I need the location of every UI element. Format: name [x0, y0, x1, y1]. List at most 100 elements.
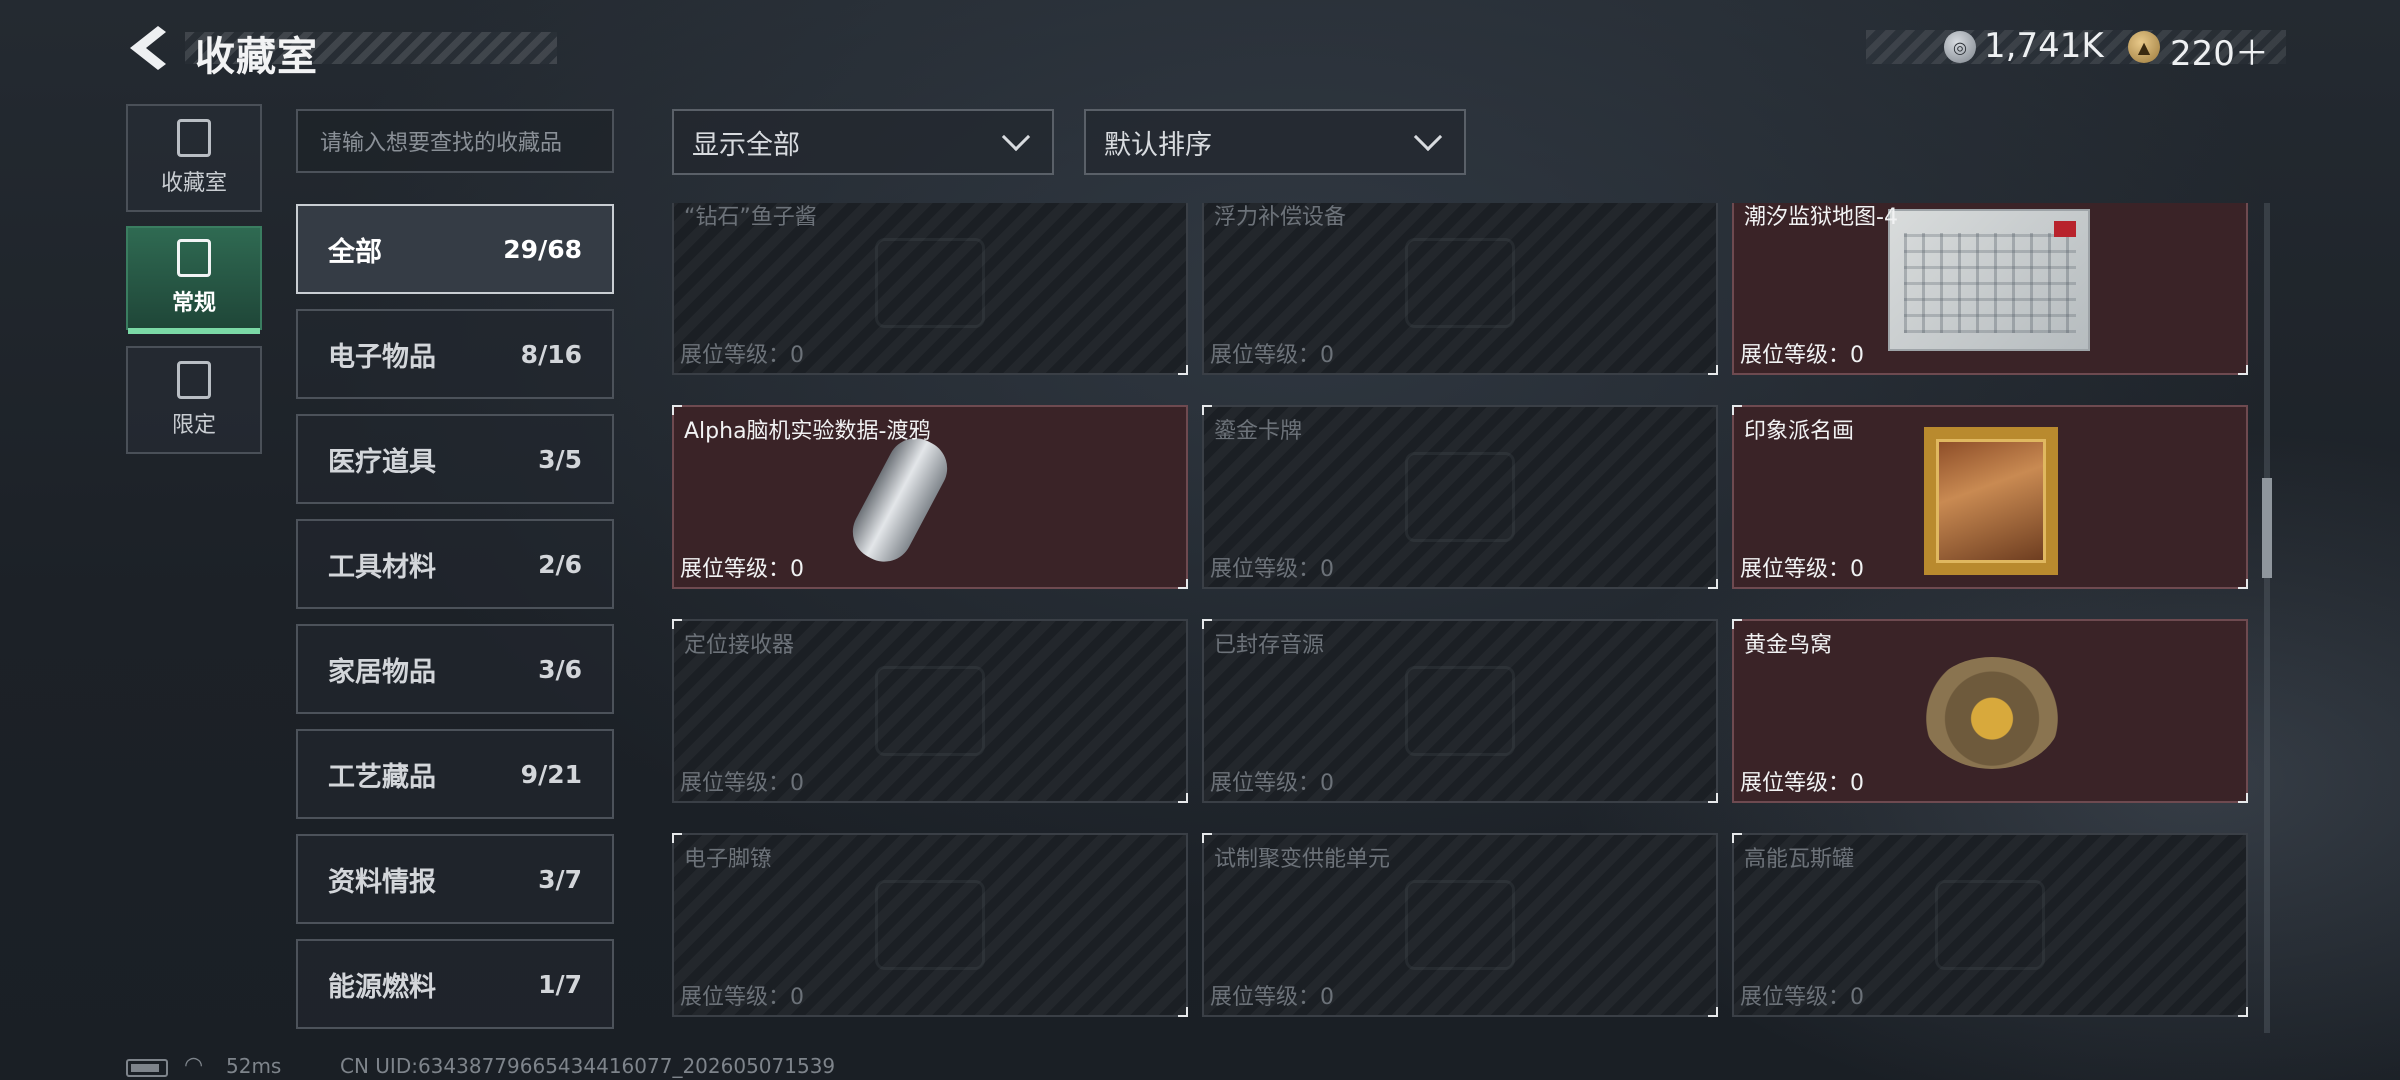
item-name: 试制聚变供能单元 — [1214, 847, 1391, 872]
grid-scrollbar[interactable] — [2264, 203, 2270, 1033]
item-name: 黄金鸟窝 — [1744, 633, 1833, 658]
collection-item-card[interactable]: 黄金鸟窝 展位等级：0 — [1732, 619, 2248, 803]
category-intel[interactable]: 资料情报 3/7 — [296, 834, 614, 924]
item-level: 展位等级：0 — [1210, 557, 1334, 582]
scrollbar-thumb[interactable] — [2262, 478, 2272, 578]
item-name: “钻石”鱼子酱 — [684, 205, 817, 230]
item-name: 电子脚镣 — [684, 847, 773, 872]
receiver-icon — [875, 666, 985, 756]
collection-item-card[interactable]: 电子脚镣 展位等级：0 — [672, 833, 1188, 1017]
category-household[interactable]: 家居物品 3/6 — [296, 624, 614, 714]
data-cylinder-image — [842, 428, 958, 572]
category-count: 8/16 — [520, 339, 582, 369]
collection-item-card[interactable]: 高能瓦斯罐 展位等级：0 — [1732, 833, 2248, 1017]
card-corner — [1708, 793, 1718, 803]
item-name: 印象派名画 — [1744, 419, 1855, 444]
golden-nest-image — [1922, 657, 2062, 769]
side-tab-label: 收藏室 — [160, 171, 227, 196]
card-corner — [2238, 793, 2248, 803]
collection-item-card[interactable]: 定位接收器 展位等级：0 — [672, 619, 1188, 803]
buoyancy-device-icon — [1405, 238, 1515, 328]
category-name: 医疗道具 — [328, 446, 436, 478]
card-corner — [1178, 579, 1188, 589]
gas-canister-icon — [1935, 880, 2045, 970]
card-corner — [1708, 1007, 1718, 1017]
category-count: 2/6 — [538, 549, 582, 579]
category-all[interactable]: 全部 29/68 — [296, 204, 614, 294]
collection-item-card[interactable]: Alpha脑机实验数据-渡鸦 展位等级：0 — [672, 405, 1188, 589]
collection-grid[interactable]: “钻石”鱼子酱 展位等级：0 浮力补偿设备 展位等级：0 潮汐监狱地图-4 展位… — [672, 203, 2250, 1033]
category-count: 3/7 — [538, 864, 582, 894]
item-name: 鎏金卡牌 — [1214, 419, 1303, 444]
category-name: 资料情报 — [328, 866, 436, 898]
wifi-icon: ◠ — [184, 1053, 204, 1078]
category-tools[interactable]: 工具材料 2/6 — [296, 519, 614, 609]
collection-item-card[interactable]: 潮汐监狱地图-4 展位等级：0 — [1732, 203, 2248, 375]
display-filter-value: 显示全部 — [692, 129, 800, 161]
card-corner — [1732, 833, 1742, 843]
collection-item-card[interactable]: 印象派名画 展位等级：0 — [1732, 405, 2248, 589]
card-deck-icon — [1405, 452, 1515, 542]
category-name: 工艺藏品 — [328, 761, 436, 793]
category-name: 能源燃料 — [328, 971, 436, 1003]
search-input[interactable]: 请输入想要查找的收藏品 — [296, 109, 614, 173]
item-name: 浮力补偿设备 — [1214, 205, 1347, 230]
card-corner — [1708, 365, 1718, 375]
card-corner — [1202, 405, 1212, 415]
card-corner — [1178, 1007, 1188, 1017]
category-count: 3/5 — [538, 444, 582, 474]
side-tab-vault[interactable]: 收藏室 — [126, 104, 262, 212]
sort-value: 默认排序 — [1104, 129, 1212, 161]
category-electronics[interactable]: 电子物品 8/16 — [296, 309, 614, 399]
card-corner — [672, 619, 682, 629]
side-tab-regular[interactable]: 常规 — [126, 226, 262, 334]
silver-currency-amount: 1,741K — [1984, 26, 2104, 66]
caviar-icon — [875, 238, 985, 328]
collection-item-card[interactable]: 试制聚变供能单元 展位等级：0 — [1202, 833, 1718, 1017]
battery-icon — [126, 1059, 168, 1077]
category-count: 9/21 — [520, 759, 582, 789]
fusion-cell-icon — [1405, 880, 1515, 970]
card-corner — [1708, 579, 1718, 589]
card-corner — [2238, 365, 2248, 375]
item-level: 展位等级：0 — [1740, 343, 1864, 368]
page-title: 收藏室 — [195, 34, 318, 80]
category-medical[interactable]: 医疗道具 3/5 — [296, 414, 614, 504]
category-crafts[interactable]: 工艺藏品 9/21 — [296, 729, 614, 819]
collection-item-card[interactable]: 浮力补偿设备 展位等级：0 — [1202, 203, 1718, 375]
collection-item-card[interactable]: 鎏金卡牌 展位等级：0 — [1202, 405, 1718, 589]
gold-coin-icon: ▲ — [2128, 31, 2160, 63]
item-name: 潮汐监狱地图-4 — [1744, 205, 1898, 230]
category-count: 29/68 — [503, 234, 582, 264]
card-corner — [1732, 405, 1742, 415]
regular-collection-icon — [177, 239, 211, 277]
active-tab-indicator — [128, 328, 260, 334]
display-filter-dropdown[interactable]: 显示全部 — [672, 109, 1054, 175]
sort-dropdown[interactable]: 默认排序 — [1084, 109, 1466, 175]
collection-item-card[interactable]: “钻石”鱼子酱 展位等级：0 — [672, 203, 1188, 375]
gold-currency-amount[interactable]: 220＋ — [2170, 26, 2269, 75]
side-tab-limited[interactable]: 限定 — [126, 346, 262, 454]
item-level: 展位等级：0 — [680, 771, 804, 796]
card-corner — [2238, 1007, 2248, 1017]
category-energy[interactable]: 能源燃料 1/7 — [296, 939, 614, 1029]
back-button[interactable] — [122, 22, 172, 74]
card-corner — [1202, 833, 1212, 843]
item-level: 展位等级：0 — [680, 343, 804, 368]
card-corner — [1178, 793, 1188, 803]
item-level: 展位等级：0 — [1210, 985, 1334, 1010]
item-level: 展位等级：0 — [680, 557, 804, 582]
item-level: 展位等级：0 — [1210, 343, 1334, 368]
collection-item-card[interactable]: 已封存音源 展位等级：0 — [1202, 619, 1718, 803]
back-arrow-icon — [130, 26, 166, 70]
item-level: 展位等级：0 — [1740, 985, 1864, 1010]
ping-value: 52ms — [226, 1054, 282, 1078]
card-corner — [1732, 619, 1742, 629]
vault-icon — [177, 119, 211, 157]
ankle-monitor-icon — [875, 880, 985, 970]
card-corner — [672, 405, 682, 415]
side-tab-label: 常规 — [171, 291, 216, 316]
category-count: 3/6 — [538, 654, 582, 684]
limited-collection-icon — [177, 361, 211, 399]
item-name: 高能瓦斯罐 — [1744, 847, 1855, 872]
